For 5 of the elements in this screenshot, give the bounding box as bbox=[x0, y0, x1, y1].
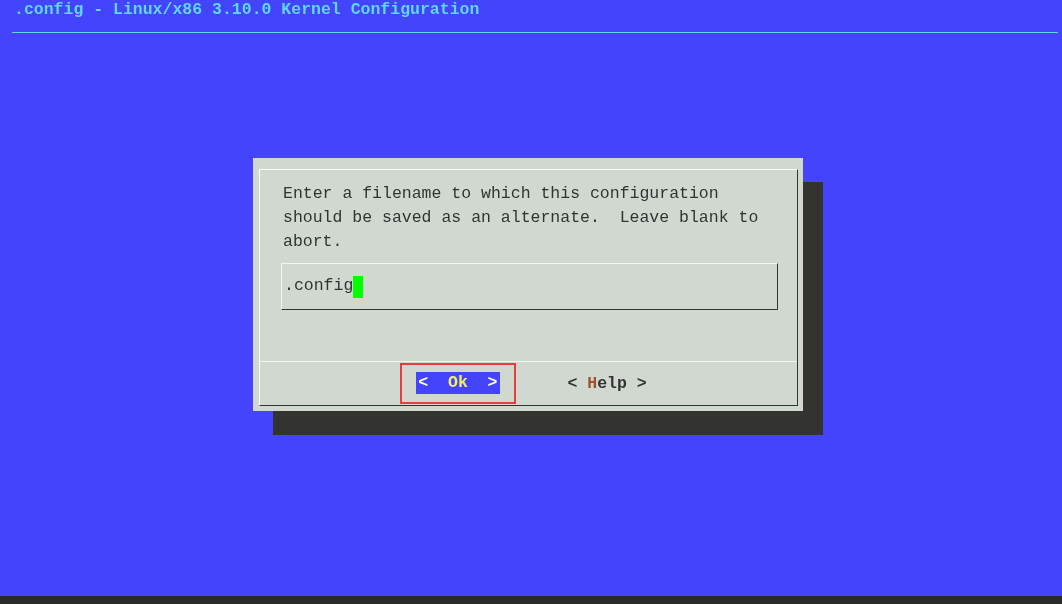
window-title: .config - Linux/x86 3.10.0 Kernel Configuration bbox=[14, 0, 481, 20]
dialog-button[interactable]: < Help > bbox=[565, 372, 649, 395]
dialog-button[interactable]: < Ok > bbox=[416, 372, 500, 395]
filename-field[interactable]: .config bbox=[281, 263, 778, 310]
dialog-message: Enter a filename to which this configuration should be saved as an alternate. Leave blank to abort. bbox=[282, 183, 760, 253]
